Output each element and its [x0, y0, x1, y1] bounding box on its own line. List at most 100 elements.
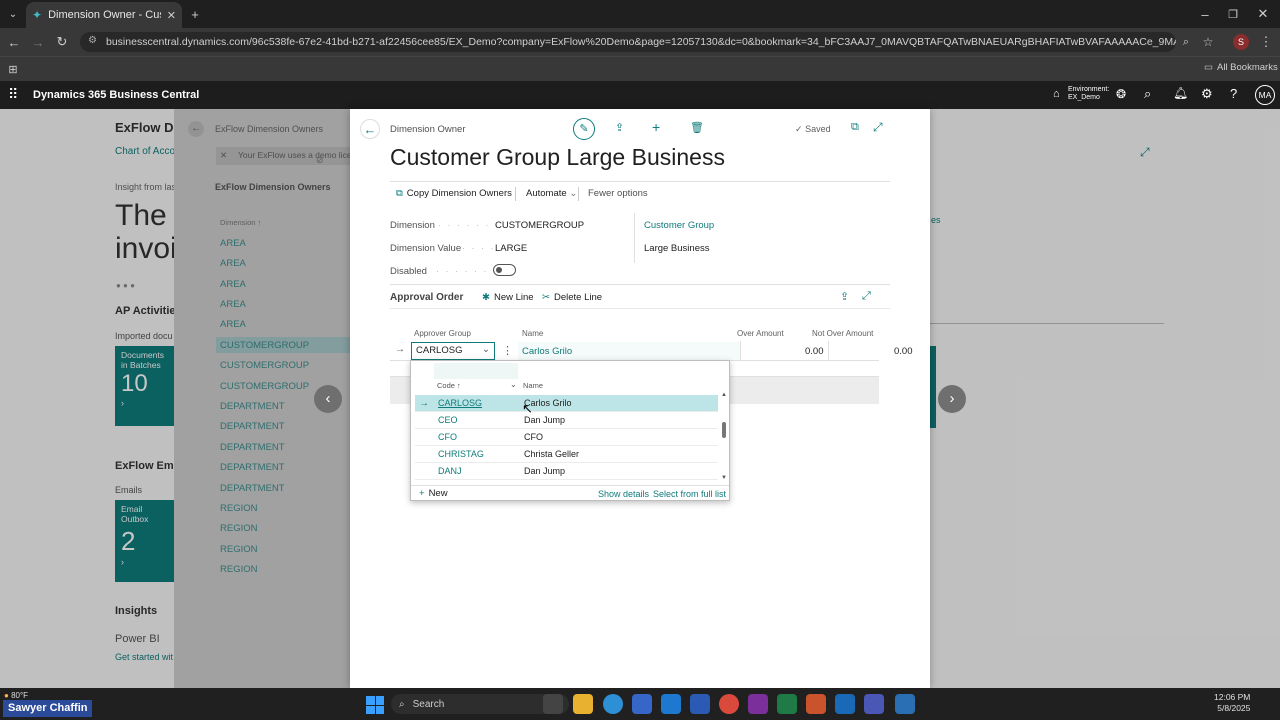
minimize-icon[interactable]: –	[1194, 3, 1216, 25]
lookup-row[interactable]: CEO Dan Jump	[415, 412, 718, 429]
store-icon[interactable]	[632, 694, 652, 714]
site-info-icon[interactable]: ⚙	[88, 35, 97, 46]
zoom-icon[interactable]: ⌕	[1175, 31, 1197, 53]
forward-icon[interactable]: →	[27, 31, 49, 53]
delete-line-button[interactable]: ✂ Delete Line	[542, 292, 602, 303]
dropdown-chevron-icon[interactable]: ⌄	[482, 344, 490, 355]
chrome-icon[interactable]	[719, 694, 739, 714]
apps-grid-icon[interactable]: ⊞	[2, 58, 24, 80]
outlook-icon[interactable]	[835, 694, 855, 714]
close-tab-icon[interactable]: ✕	[167, 9, 176, 22]
lookup-row[interactable]: → CARLOSG Carlos Grilo	[415, 395, 718, 412]
notifications-bell-icon[interactable]: 🔔︎	[1173, 86, 1188, 100]
col-not-over-amount[interactable]: Not Over Amount	[812, 329, 873, 338]
lookup-code[interactable]: CHRISTAG	[438, 449, 484, 459]
col-name[interactable]: Name	[522, 329, 543, 338]
back-icon[interactable]: ←	[3, 31, 25, 53]
plus-icon: +	[419, 488, 425, 499]
section-divider	[390, 308, 890, 309]
lookup-row[interactable]: DANJ Dan Jump	[415, 463, 718, 480]
lookup-row[interactable]: CHRISTAG Christa Geller	[415, 446, 718, 463]
powerpoint-icon[interactable]	[806, 694, 826, 714]
new-line-button[interactable]: ✱ New Line	[482, 292, 534, 303]
weather-widget[interactable]: ● 80°F	[4, 691, 28, 700]
column-menu-chevron-icon[interactable]: ⌄	[510, 380, 517, 389]
windows-taskbar: ● 80°F Sawyer Chaffin ⌕ Search 12:06 PM …	[0, 688, 1280, 720]
row-actions-icon[interactable]: ⋮	[502, 344, 513, 357]
environment-info[interactable]: Environment: EX_Demo	[1068, 86, 1109, 102]
dimension-value-label: Dimension Value	[390, 243, 462, 254]
copilot-icon[interactable]: ❂	[1116, 87, 1126, 101]
open-new-window-icon[interactable]: ⧉	[851, 121, 859, 134]
lookup-row[interactable]: CFO CFO	[415, 429, 718, 446]
edge-icon[interactable]	[603, 694, 623, 714]
not-over-amount-value[interactable]: 0.00	[894, 346, 913, 357]
bookmark-star-icon[interactable]: ☆	[1197, 31, 1219, 53]
lookup-code[interactable]: DANJ	[438, 466, 462, 476]
help-icon[interactable]: ?	[1230, 86, 1237, 101]
browser-menu-icon[interactable]: ⋮	[1255, 31, 1277, 53]
lookup-new-label: New	[428, 488, 448, 499]
user-avatar[interactable]: MA	[1255, 85, 1275, 105]
lookup-name: CFO	[524, 432, 543, 442]
dimension-value-value-field[interactable]: LARGE	[495, 243, 527, 254]
previous-record-icon[interactable]: ‹	[314, 385, 342, 413]
word-icon[interactable]	[690, 694, 710, 714]
expand-lines-icon[interactable]: ⤢	[862, 290, 871, 303]
app-favicon-icon: ✦	[32, 8, 43, 22]
dell-icon[interactable]	[661, 694, 681, 714]
onenote-icon[interactable]	[748, 694, 768, 714]
lookup-col-name[interactable]: Name	[523, 381, 543, 390]
browser-tab[interactable]: ✦ Dimension Owner - Customer G ✕	[26, 2, 182, 28]
edit-pencil-icon[interactable]: ✎	[573, 118, 595, 140]
share-lines-icon[interactable]: ⇪	[840, 290, 849, 303]
approver-name[interactable]: Carlos Grilo	[522, 346, 572, 357]
app-launcher-icon[interactable]: ⠿	[8, 86, 18, 103]
windows-start-icon[interactable]	[366, 696, 384, 714]
file-explorer-icon[interactable]	[573, 694, 593, 714]
select-from-full-list-link[interactable]: Select from full list	[653, 489, 726, 499]
search-icon[interactable]: ⌕	[1144, 86, 1151, 102]
disabled-toggle[interactable]	[493, 264, 516, 276]
lookup-code[interactable]: CEO	[438, 415, 458, 425]
lookup-col-code[interactable]: Code ↑	[437, 381, 461, 390]
approver-group-input[interactable]: CARLOSG ⌄	[411, 342, 495, 360]
app-icon[interactable]	[895, 694, 915, 714]
col-approver-group[interactable]: Approver Group	[414, 329, 471, 338]
reload-icon[interactable]: ↻	[51, 31, 73, 53]
restore-icon[interactable]: ❐	[1222, 3, 1244, 25]
all-bookmarks[interactable]: ▭ All Bookmarks	[1204, 62, 1278, 73]
lookup-new-button[interactable]: + New	[419, 488, 448, 499]
tab-list-icon[interactable]: ⌄	[2, 3, 24, 25]
clock[interactable]: 12:06 PM 5/8/2025	[1214, 692, 1250, 714]
browser-tab-bar: ⌄ ✦ Dimension Owner - Customer G ✕ + – ❐…	[0, 0, 1280, 28]
settings-gear-icon[interactable]: ⚙	[1201, 86, 1213, 102]
card-title: Customer Group Large Business	[390, 144, 725, 170]
lookup-scrollbar[interactable]: ▲ ▼	[720, 392, 728, 481]
copy-dimension-owners-button[interactable]: ⧉ Copy Dimension Owners	[396, 188, 512, 199]
new-record-icon[interactable]: +	[652, 119, 660, 135]
next-record-icon[interactable]: ›	[938, 385, 966, 413]
delete-trash-icon[interactable]: 🗑︎	[690, 121, 704, 134]
card-caption: Dimension Owner	[390, 124, 466, 135]
dimension-value-field[interactable]: CUSTOMERGROUP	[495, 220, 584, 231]
share-icon[interactable]: ⇪	[615, 121, 624, 134]
show-details-link[interactable]: Show details	[598, 489, 649, 499]
over-amount-value[interactable]: 0.00	[805, 346, 824, 357]
url-field[interactable]: ⚙ businesscentral.dynamics.com/96c538fe-…	[80, 32, 1176, 52]
col-over-amount[interactable]: Over Amount	[737, 329, 784, 338]
close-window-icon[interactable]: ✕	[1252, 3, 1274, 25]
teams-icon[interactable]	[864, 694, 884, 714]
task-view-icon[interactable]	[543, 694, 563, 714]
profile-avatar[interactable]: S	[1233, 34, 1249, 50]
lookup-code[interactable]: CARLOSG	[438, 398, 482, 408]
fewer-options-button[interactable]: Fewer options	[588, 188, 648, 199]
lookup-code[interactable]: CFO	[438, 432, 457, 442]
selected-row-arrow-icon: →	[419, 397, 429, 409]
expand-icon[interactable]: ⤢	[873, 120, 883, 135]
card-back-icon[interactable]: ←	[360, 119, 380, 139]
customer-group-link[interactable]: Customer Group	[644, 220, 714, 231]
new-tab-icon[interactable]: +	[184, 3, 206, 25]
excel-icon[interactable]	[777, 694, 797, 714]
automate-menu[interactable]: Automate ⌄	[526, 188, 577, 199]
